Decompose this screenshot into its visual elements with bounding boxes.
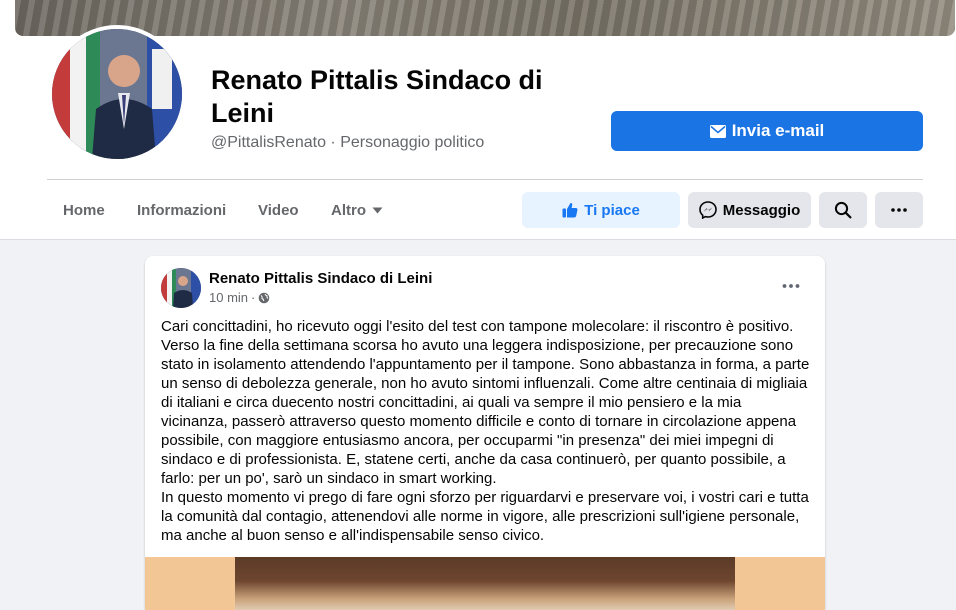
- page-handle[interactable]: @PittalisRenato: [211, 134, 326, 151]
- like-label: Ti piace: [584, 201, 640, 219]
- tab-home[interactable]: Home: [63, 202, 105, 219]
- post-text: Cari concittadini, ho ricevuto oggi l'es…: [161, 317, 811, 545]
- page-category[interactable]: Personaggio politico: [340, 134, 484, 151]
- messenger-icon: [698, 201, 717, 219]
- profile-photo-image: [52, 29, 182, 159]
- send-email-button[interactable]: Invia e-mail: [611, 111, 923, 151]
- header-divider: [47, 179, 923, 180]
- profile-picture[interactable]: [48, 25, 186, 163]
- tab-video[interactable]: Video: [258, 202, 299, 219]
- envelope-icon: [709, 124, 726, 138]
- more-dots-icon: [782, 284, 800, 288]
- post-options-button[interactable]: [777, 274, 805, 298]
- post-author-avatar[interactable]: [161, 268, 201, 308]
- search-icon: [834, 201, 852, 219]
- thumbs-up-icon: [562, 202, 578, 218]
- tab-informazioni[interactable]: Informazioni: [137, 202, 226, 219]
- cover-photo[interactable]: [15, 0, 955, 36]
- more-options-button[interactable]: [875, 192, 923, 228]
- tab-altro-label: Altro: [331, 202, 366, 219]
- more-dots-icon: [891, 208, 907, 212]
- message-label: Messaggio: [722, 201, 801, 219]
- page-subtitle: @PittalisRenato · Personaggio politico: [211, 134, 484, 152]
- page-title: Renato Pittalis Sindaco di Leini: [211, 65, 543, 128]
- caret-down-icon: [372, 207, 383, 214]
- like-page-button[interactable]: Ti piace: [522, 192, 680, 228]
- post-paragraph-1: Cari concittadini, ho ricevuto oggi l'es…: [161, 318, 810, 487]
- post-card: Renato Pittalis Sindaco di Leini 10 min …: [145, 256, 825, 610]
- post-meta-separator: ·: [251, 290, 256, 305]
- post-image[interactable]: [145, 557, 825, 610]
- search-button[interactable]: [819, 192, 867, 228]
- globe-icon[interactable]: [258, 292, 270, 304]
- post-time[interactable]: 10 min: [209, 290, 248, 305]
- post-image-photo: [235, 557, 735, 610]
- post-author-name[interactable]: Renato Pittalis Sindaco di Leini: [209, 270, 432, 287]
- post-paragraph-2: In questo momento vi prego di fare ogni …: [161, 489, 809, 544]
- post-avatar-image: [161, 268, 201, 308]
- message-button[interactable]: Messaggio: [688, 192, 811, 228]
- subtitle-separator: ·: [330, 134, 336, 151]
- post-meta: 10 min ·: [209, 290, 270, 305]
- send-email-label: Invia e-mail: [731, 121, 825, 140]
- tab-altro[interactable]: Altro: [331, 202, 383, 219]
